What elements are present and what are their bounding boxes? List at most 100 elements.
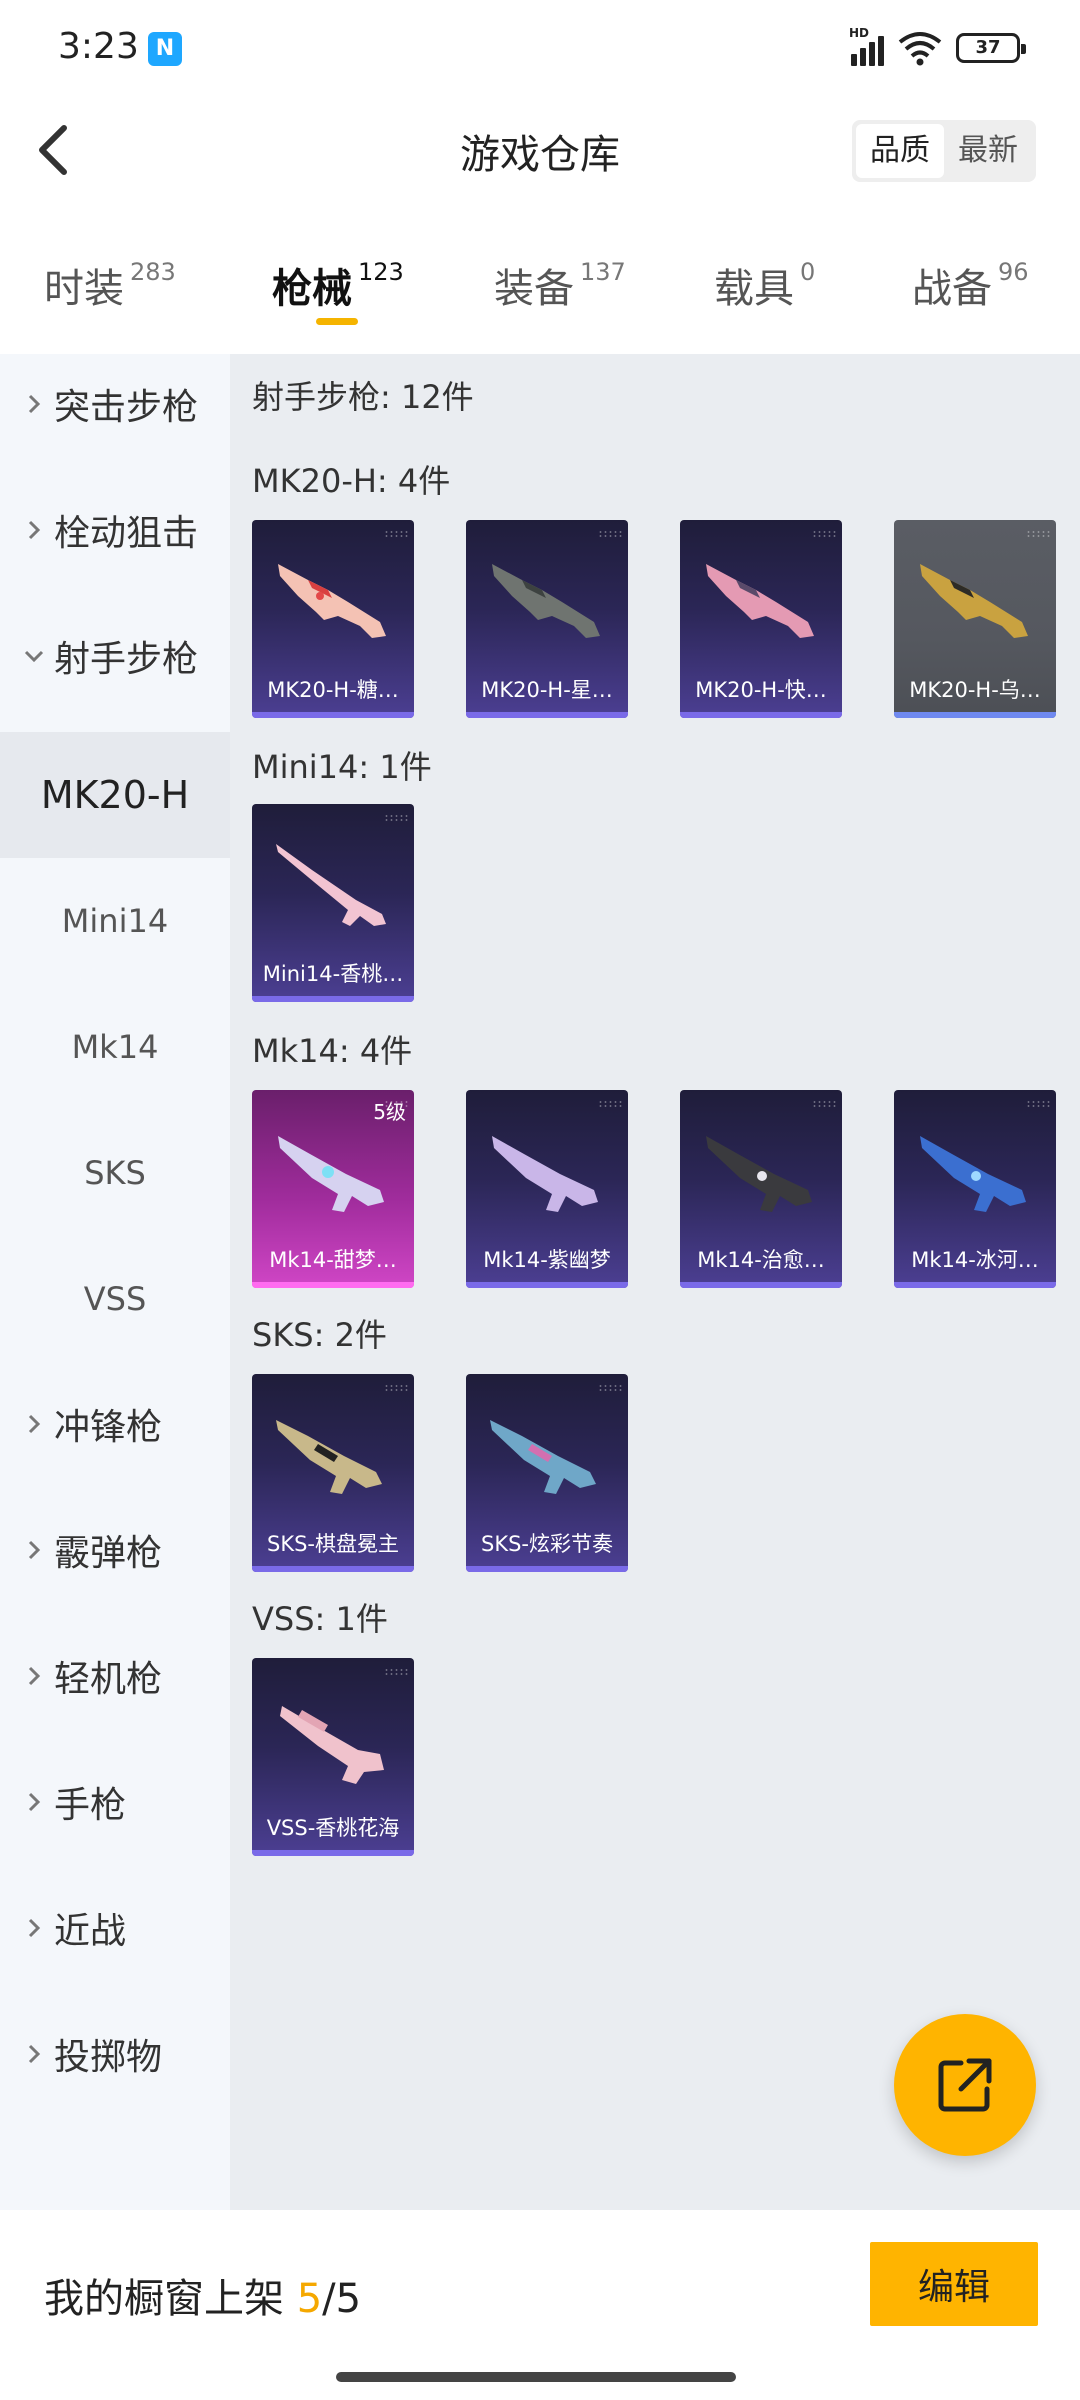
nfc-icon: N: [148, 32, 182, 66]
share-external-icon: [938, 2058, 992, 2112]
rifle-icon: [276, 1420, 382, 1494]
tab-count: 0: [800, 258, 816, 286]
tab-equipment[interactable]: 装备 137: [494, 256, 626, 314]
weapon-card-name: MK20-H-糖…: [267, 678, 399, 702]
battery-icon: 37: [956, 33, 1026, 63]
rifle-icon: [492, 1136, 598, 1212]
weapon-card-name: SKS-棋盘冕主: [266, 1532, 399, 1556]
status-bar: 3:23 N HD 37: [0, 0, 1080, 100]
sort-newest-button[interactable]: 最新: [944, 124, 1032, 178]
tab-count: 123: [358, 258, 404, 286]
showcase-label: 我的橱窗上架: [44, 2276, 284, 2322]
sidebar-item-throwable[interactable]: 投掷物: [0, 2004, 230, 2104]
rifle-icon: [706, 1136, 812, 1212]
chevron-right-icon: [20, 393, 48, 415]
weapon-card[interactable]: SKS-炫彩节奏: [466, 1374, 628, 1572]
weapon-card-name: Mk14-治愈…: [697, 1248, 825, 1272]
rarity-bar: [680, 1282, 842, 1288]
rarity-bar: [466, 1566, 628, 1572]
edit-button[interactable]: 编辑: [870, 2242, 1038, 2326]
sidebar-item-melee[interactable]: 近战: [0, 1878, 230, 1978]
sidebar-subitem-vss[interactable]: VSS: [0, 1236, 230, 1362]
weapon-card[interactable]: MK20-H-糖…: [252, 520, 414, 718]
rifle-icon: [278, 1136, 384, 1212]
chevron-right-icon: [20, 519, 48, 541]
rarity-bar: [252, 712, 414, 718]
tab-count: 283: [130, 258, 176, 286]
hd-label: HD: [849, 26, 870, 40]
sidebar-item-pistol[interactable]: 手枪: [0, 1752, 230, 1852]
tab-label: 时装: [44, 266, 124, 312]
sidebar-subitem-label: Mini14: [61, 902, 169, 940]
weapon-card[interactable]: Mk14-治愈…: [680, 1090, 842, 1288]
sidebar-item-assault-rifle[interactable]: 突击步枪: [0, 354, 230, 454]
rifle-icon: [920, 564, 1028, 638]
chevron-down-icon: [20, 649, 48, 663]
rifle-icon: [490, 1420, 596, 1494]
rifle-icon: [706, 564, 814, 638]
home-indicator[interactable]: [336, 2372, 736, 2382]
chevron-right-icon: [20, 1665, 48, 1687]
sidebar-item-shotgun[interactable]: 霰弹枪: [0, 1500, 230, 1600]
sidebar-subitem-label: SKS: [84, 1154, 146, 1192]
showcase-separator: /: [322, 2276, 336, 2322]
rarity-bar: [252, 1282, 414, 1288]
weapon-card[interactable]: SKS-棋盘冕主: [252, 1374, 414, 1572]
rarity-bar: [252, 996, 414, 1002]
sidebar-subitem-sks[interactable]: SKS: [0, 1110, 230, 1236]
weapon-card[interactable]: Mk14-冰河…: [894, 1090, 1056, 1288]
tab-label: 枪械: [272, 266, 352, 312]
group-title: Mini14: 1件: [252, 748, 432, 786]
chevron-right-icon: [20, 1539, 48, 1561]
weapon-card[interactable]: Mini14-香桃…: [252, 804, 414, 1002]
weapon-card-name: VSS-香桃花海: [266, 1816, 400, 1840]
tab-label: 装备: [494, 266, 574, 312]
weapon-card-name: Mk14-冰河…: [911, 1248, 1039, 1272]
rifle-icon: [280, 1706, 384, 1784]
weapon-card[interactable]: 5级 Mk14-甜梦…: [252, 1090, 414, 1288]
group-title: MK20-H: 4件: [252, 462, 451, 500]
sidebar-item-label: 霰弹枪: [54, 1533, 163, 1574]
weapon-card[interactable]: VSS-香桃花海: [252, 1658, 414, 1856]
tab-vehicles[interactable]: 载具 0: [714, 256, 815, 314]
status-icons: HD 37: [849, 26, 1026, 66]
showcase-used-count: 5: [296, 2276, 323, 2322]
rifle-icon: [278, 564, 386, 638]
sidebar-subitem-label: MK20-H: [40, 773, 190, 817]
weapon-card-name: Mini14-香桃…: [262, 962, 404, 986]
weapon-card[interactable]: MK20-H-快…: [680, 520, 842, 718]
category-tabs: 时装 283 枪械 123 装备 137 载具 0 战备 96: [0, 240, 1080, 340]
rarity-bar: [894, 1282, 1056, 1288]
showcase-status: 我的橱窗上架 5/5: [44, 2266, 361, 2324]
tab-gear[interactable]: 战备 96: [912, 256, 1029, 314]
tab-guns[interactable]: 枪械 123: [272, 256, 404, 314]
sidebar-item-label: 栓动狙击: [54, 513, 199, 554]
weapon-card-name: Mk14-紫幽梦: [483, 1248, 611, 1272]
group-title: Mk14: 4件: [252, 1032, 413, 1070]
weapon-card[interactable]: MK20-H-乌…: [894, 520, 1056, 718]
tab-count: 137: [580, 258, 626, 286]
sort-quality-button[interactable]: 品质: [856, 124, 944, 178]
weapon-card-name: MK20-H-星…: [481, 678, 613, 702]
sidebar-item-smg[interactable]: 冲锋枪: [0, 1374, 230, 1474]
weapon-card-name: MK20-H-快…: [695, 678, 827, 702]
sidebar-subitem-mini14[interactable]: Mini14: [0, 858, 230, 984]
share-button[interactable]: [894, 2014, 1036, 2156]
chevron-right-icon: [20, 1791, 48, 1813]
sidebar-subitem-label: Mk14: [71, 1028, 159, 1066]
weapon-card-name: MK20-H-乌…: [909, 678, 1041, 702]
rarity-bar: [894, 712, 1056, 718]
tab-fashion[interactable]: 时装 283: [44, 256, 176, 314]
sidebar-subitem-mk20h[interactable]: MK20-H: [0, 732, 230, 858]
sidebar-item-bolt-sniper[interactable]: 栓动狙击: [0, 480, 230, 580]
showcase-total-count: 5: [335, 2276, 362, 2322]
weapon-card[interactable]: Mk14-紫幽梦: [466, 1090, 628, 1288]
weapon-card-name: SKS-炫彩节奏: [480, 1532, 613, 1556]
sidebar: 突击步枪 栓动狙击 射手步枪 MK20-H Mini14 Mk14 SKS VS…: [0, 354, 230, 2210]
chevron-right-icon: [20, 1917, 48, 1939]
sidebar-subitem-mk14[interactable]: Mk14: [0, 984, 230, 1110]
group-title: VSS: 1件: [252, 1600, 388, 1638]
weapon-card[interactable]: MK20-H-星…: [466, 520, 628, 718]
sidebar-item-marksman-rifle[interactable]: 射手步枪: [0, 606, 230, 706]
sidebar-item-lmg[interactable]: 轻机枪: [0, 1626, 230, 1726]
